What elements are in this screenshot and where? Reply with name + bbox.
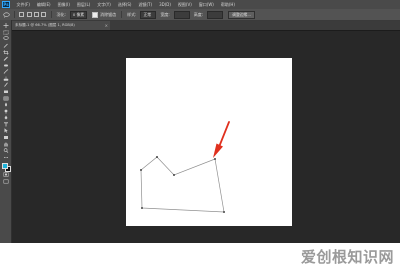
healing-brush-tool-icon[interactable] bbox=[2, 62, 10, 67]
antialias-label: 消除锯齿 bbox=[100, 11, 117, 17]
feather-input[interactable]: 0 像素 bbox=[69, 10, 88, 19]
site-watermark: 爱创根知识网 bbox=[300, 248, 394, 266]
menu-window[interactable]: 窗口(W) bbox=[195, 0, 217, 9]
quick-mask-icon[interactable] bbox=[2, 172, 10, 177]
screen-mode-icon[interactable] bbox=[2, 179, 10, 184]
quick-select-tool-icon[interactable] bbox=[2, 43, 10, 48]
brush-tool-icon[interactable] bbox=[2, 69, 10, 74]
document-canvas[interactable] bbox=[126, 58, 292, 226]
menu-image[interactable]: 图像(I) bbox=[54, 0, 73, 9]
add-to-selection-icon[interactable] bbox=[26, 12, 32, 17]
style-select[interactable]: 正常 bbox=[140, 10, 157, 19]
new-selection-icon[interactable] bbox=[19, 12, 25, 17]
menu-select[interactable]: 选择(S) bbox=[114, 0, 135, 9]
dodge-tool-icon[interactable] bbox=[2, 109, 10, 114]
pen-tool-icon[interactable] bbox=[2, 115, 10, 120]
options-separator bbox=[50, 11, 52, 18]
document-tab-bar: 未标题-1 @ 66.7% (图层 1, RGB/8) × bbox=[12, 21, 400, 31]
menu-help[interactable]: 帮助(H) bbox=[217, 0, 238, 9]
close-icon[interactable]: × bbox=[105, 21, 108, 30]
intersect-selection-icon[interactable] bbox=[41, 12, 47, 17]
menu-view[interactable]: 视图(V) bbox=[174, 0, 195, 9]
document-tab-title: 未标题-1 @ 66.7% (图层 1, RGB/8) bbox=[15, 23, 75, 27]
menu-layer[interactable]: 图层(L) bbox=[73, 0, 93, 9]
document-tab[interactable]: 未标题-1 @ 66.7% (图层 1, RGB/8) × bbox=[12, 21, 110, 30]
height-label: 高度: bbox=[193, 11, 204, 17]
type-tool-icon[interactable] bbox=[2, 122, 10, 127]
color-swatches[interactable] bbox=[1, 163, 11, 173]
style-label: 样式: bbox=[127, 11, 137, 17]
menu-filter[interactable]: 滤镜(T) bbox=[135, 0, 156, 9]
subtract-selection-icon[interactable] bbox=[33, 12, 39, 17]
options-bar: 羽化: 0 像素 消除锯齿 样式: 正常 宽度: 高度: 调整边缘... bbox=[0, 9, 400, 21]
width-label: 宽度: bbox=[160, 11, 170, 17]
marquee-tool-icon[interactable] bbox=[2, 30, 10, 35]
blur-tool-icon[interactable] bbox=[2, 102, 10, 107]
eyedropper-tool-icon[interactable] bbox=[2, 56, 10, 61]
options-separator bbox=[121, 11, 123, 18]
hand-tool-icon[interactable] bbox=[2, 141, 10, 147]
options-separator bbox=[14, 11, 15, 18]
move-tool-icon[interactable] bbox=[2, 23, 10, 29]
eraser-tool-icon[interactable] bbox=[2, 89, 10, 94]
feather-label: 羽化: bbox=[56, 11, 66, 17]
zoom-tool-icon[interactable] bbox=[2, 148, 10, 154]
foreground-color-swatch[interactable] bbox=[1, 163, 8, 170]
menu-3d[interactable]: 3D(D) bbox=[156, 0, 175, 9]
crop-tool-icon[interactable] bbox=[2, 49, 10, 55]
menu-type[interactable]: 文字(Y) bbox=[94, 0, 115, 9]
path-selection-tool-icon[interactable] bbox=[2, 128, 10, 134]
ps-logo: Ps bbox=[2, 1, 10, 8]
lasso-tool-icon[interactable] bbox=[2, 36, 10, 41]
lasso-tool-preset-icon[interactable] bbox=[2, 11, 11, 19]
photoshop-window: Ps 文件(F) 编辑(E) 图像(I) 图层(L) 文字(Y) 选择(S) 滤… bbox=[0, 0, 400, 270]
rectangle-tool-icon[interactable] bbox=[2, 135, 10, 140]
history-brush-tool-icon[interactable] bbox=[2, 82, 10, 88]
more-tools-icon[interactable] bbox=[2, 155, 10, 160]
tools-panel bbox=[0, 20, 12, 243]
antialias-checkbox[interactable] bbox=[92, 11, 99, 18]
refine-edge-button[interactable]: 调整边缘... bbox=[228, 10, 255, 19]
width-input[interactable] bbox=[173, 10, 190, 19]
menu-file[interactable]: 文件(F) bbox=[13, 0, 33, 9]
clone-stamp-tool-icon[interactable] bbox=[2, 76, 10, 81]
menu-edit[interactable]: 编辑(E) bbox=[33, 0, 54, 9]
menu-bar: Ps 文件(F) 编辑(E) 图像(I) 图层(L) 文字(Y) 选择(S) 滤… bbox=[0, 0, 400, 9]
gradient-tool-icon[interactable] bbox=[2, 95, 10, 100]
height-input[interactable] bbox=[207, 10, 224, 19]
